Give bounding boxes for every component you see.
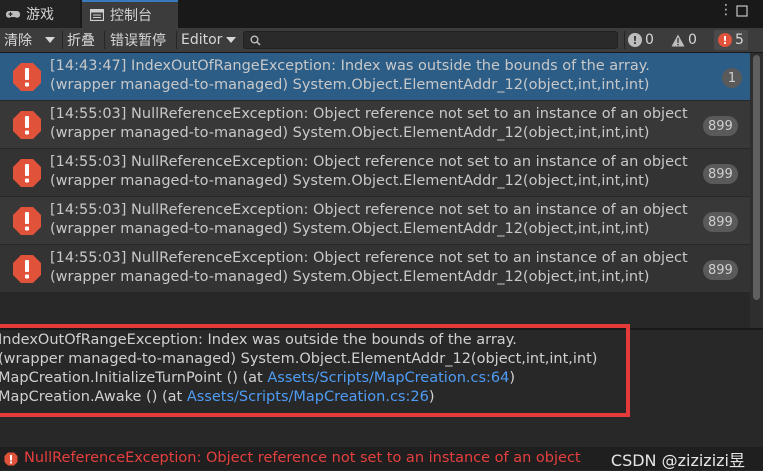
error-status-icon (4, 452, 18, 466)
source-link-mapcreation-64[interactable]: Assets/Scripts/MapCreation.cs:64 (267, 370, 509, 386)
search-field[interactable] (243, 31, 618, 50)
collapse-toggle[interactable]: 折叠 (67, 28, 95, 52)
frame-text: MapCreation.InitializeTurnPoint () (at (0, 370, 268, 386)
editor-target-dropdown[interactable]: Editor (181, 28, 237, 52)
log-count-badge: 899 (703, 164, 738, 184)
frame-text-end: ) (428, 389, 435, 405)
tab-game[interactable]: 游戏 (0, 0, 80, 28)
stack-trace-detail: IndexOutOfRangeException: Index was outs… (0, 330, 763, 445)
error-octagon-icon (13, 159, 41, 187)
log-entry[interactable]: [14:55:03] NullReferenceException: Objec… (0, 149, 750, 196)
log-entry[interactable]: [14:55:03] NullReferenceException: Objec… (0, 101, 750, 148)
console-icon (90, 9, 104, 21)
source-link-mapcreation-26[interactable]: Assets/Scripts/MapCreation.cs:26 (187, 389, 429, 405)
more-options-icon[interactable]: ⋮ (719, 2, 733, 18)
log-stack-line: (wrapper managed-to-managed) System.Obje… (50, 269, 650, 285)
warning-filter-toggle[interactable]: 0 (671, 30, 697, 50)
error-octagon-icon (13, 207, 41, 235)
info-filter-toggle[interactable]: ! 0 (628, 30, 654, 50)
window-tab-bar: 游戏 控制台 ⋮ (0, 0, 763, 28)
tab-game-label: 游戏 (26, 7, 54, 23)
log-stack-line: (wrapper managed-to-managed) System.Obje… (50, 125, 650, 141)
log-message: [14:55:03] NullReferenceException: Objec… (50, 250, 688, 266)
log-count-badge: 899 (703, 212, 738, 232)
dropdown-arrow-icon (226, 37, 237, 43)
log-message: [14:55:03] NullReferenceException: Objec… (50, 202, 688, 218)
warning-icon (671, 34, 685, 46)
log-message: [14:55:03] NullReferenceException: Objec… (50, 154, 688, 170)
search-icon (250, 35, 261, 46)
collapse-toggle-label: 折叠 (67, 33, 95, 49)
status-bar[interactable]: NullReferenceException: Object reference… (0, 447, 763, 470)
log-count-badge: 899 (703, 116, 738, 136)
log-entry-selected[interactable]: [14:43:47] IndexOutOfRangeException: Ind… (0, 53, 750, 100)
error-octagon-icon (13, 111, 41, 139)
log-message: [14:55:03] NullReferenceException: Objec… (50, 106, 688, 122)
clear-button[interactable]: 清除 (4, 28, 32, 52)
frame-text-end: ) (509, 370, 516, 386)
detail-frame-awake: MapCreation.Awake () (at Assets/Scripts/… (0, 389, 434, 405)
tab-console[interactable]: 控制台 (82, 0, 178, 28)
dropdown-arrow-icon (45, 37, 55, 43)
log-entry[interactable]: [14:55:03] NullReferenceException: Objec… (0, 197, 750, 244)
gamepad-icon (6, 11, 20, 18)
info-icon: ! (628, 33, 642, 47)
error-octagon-icon (13, 63, 41, 91)
maximize-icon[interactable] (735, 4, 749, 18)
detail-wrapper-line: (wrapper managed-to-managed) System.Obje… (0, 351, 598, 367)
search-input[interactable] (264, 32, 613, 50)
log-stack-line: (wrapper managed-to-managed) System.Obje… (50, 77, 650, 93)
frame-text: MapCreation.Awake () (at (0, 389, 187, 405)
detail-frame-initialize: MapCreation.InitializeTurnPoint () (at A… (0, 370, 515, 386)
detail-exception-line: IndexOutOfRangeException: Index was outs… (0, 332, 517, 348)
log-stack-line: (wrapper managed-to-managed) System.Obje… (50, 173, 650, 189)
tab-console-label: 控制台 (110, 8, 152, 24)
log-count-badge: 1 (722, 68, 742, 88)
editor-target-label: Editor (181, 32, 223, 48)
warning-count: 0 (688, 32, 697, 48)
log-stack-line: (wrapper managed-to-managed) System.Obje… (50, 221, 650, 237)
log-list-scrollbar[interactable] (750, 53, 763, 328)
info-count: 0 (645, 32, 654, 48)
clear-button-label: 清除 (4, 33, 32, 49)
log-entry[interactable]: [14:55:03] NullReferenceException: Objec… (0, 245, 750, 292)
watermark-text: CSDN @zizizizi昱 (610, 451, 745, 470)
error-filter-toggle[interactable]: ! 5 (714, 30, 748, 50)
console-toolbar: 清除 折叠 错误暂停 Editor ! 0 0 ! 5 (0, 28, 763, 53)
error-pause-toggle[interactable]: 错误暂停 (110, 28, 166, 52)
status-message: NullReferenceException: Object reference… (24, 450, 581, 466)
log-count-badge: 899 (703, 260, 738, 280)
clear-options-dropdown[interactable] (40, 28, 60, 52)
log-message: [14:43:47] IndexOutOfRangeException: Ind… (50, 58, 650, 74)
error-icon: ! (718, 33, 732, 47)
scrollbar-thumb[interactable] (753, 55, 760, 300)
error-octagon-icon (13, 255, 41, 283)
error-pause-label: 错误暂停 (110, 33, 166, 49)
log-entry-list[interactable]: [14:43:47] IndexOutOfRangeException: Ind… (0, 53, 750, 328)
error-count: 5 (735, 32, 744, 48)
